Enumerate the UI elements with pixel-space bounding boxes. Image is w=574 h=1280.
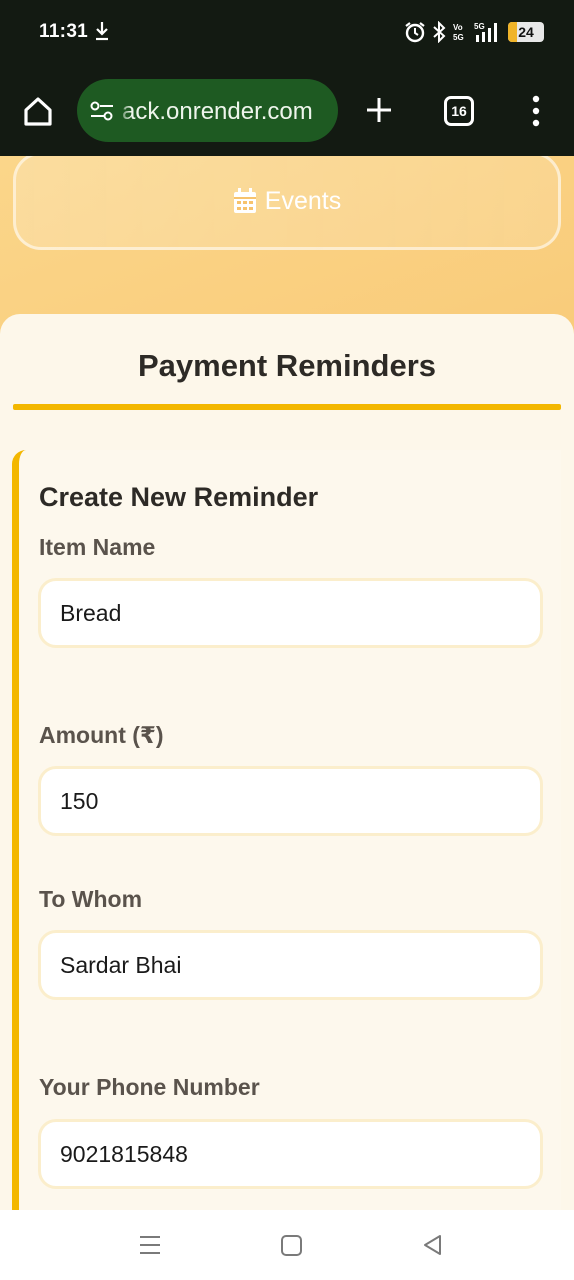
status-time: 11:31 <box>39 21 89 42</box>
status-icons: Vo 5G 5G 24 <box>404 20 544 44</box>
address-bar[interactable]: ack.onrender.com <box>77 79 338 142</box>
phone-number-label: Your Phone Number <box>39 1074 260 1100</box>
tab-switcher-button[interactable]: 16 <box>444 96 474 126</box>
url-text: ack.onrender.com <box>122 98 313 125</box>
url-fade <box>117 79 131 142</box>
item-name-input[interactable]: Bread <box>38 578 543 648</box>
amount-input[interactable]: 150 <box>38 766 543 836</box>
browser-toolbar: ack.onrender.com 16 <box>0 66 574 156</box>
battery-icon: 24 <box>508 22 544 42</box>
calendar-icon <box>233 188 256 213</box>
events-button[interactable]: Events <box>13 156 561 250</box>
amount-label: Amount (₹) <box>39 722 164 748</box>
5g-signal-icon: 5G <box>474 22 497 42</box>
to-whom-input[interactable]: Sardar Bhai <box>38 930 543 1000</box>
create-reminder-form: Create New Reminder Item Name Bread Amou… <box>12 450 561 1210</box>
tab-count: 16 <box>451 103 467 119</box>
reminders-card: Payment Reminders Create New Reminder It… <box>0 314 574 1210</box>
status-bar: 11:31 Vo 5G 5G 24 <box>0 0 574 66</box>
item-name-label: Item Name <box>39 534 156 560</box>
alarm-icon <box>405 22 425 43</box>
events-button-label: Events <box>264 186 342 215</box>
bluetooth-icon <box>433 21 446 43</box>
phone-number-input[interactable]: 9021815848 <box>38 1119 543 1189</box>
back-icon[interactable] <box>421 1233 443 1257</box>
volte-icon: Vo 5G <box>453 23 464 42</box>
to-whom-label: To Whom <box>39 886 143 912</box>
download-icon <box>96 22 108 41</box>
svg-text:5G: 5G <box>453 33 464 42</box>
nav-home-icon[interactable] <box>281 1235 302 1256</box>
home-icon[interactable] <box>20 93 56 129</box>
svg-text:5G: 5G <box>474 22 485 31</box>
recents-icon[interactable] <box>138 1235 162 1255</box>
svg-text:Vo: Vo <box>453 23 463 32</box>
page-title: Payment Reminders <box>137 348 437 383</box>
system-nav-bar <box>0 1210 574 1280</box>
battery-level: 24 <box>518 24 534 40</box>
more-options-icon[interactable] <box>526 94 546 128</box>
title-divider <box>13 404 561 410</box>
new-tab-icon[interactable] <box>364 95 394 125</box>
page-content: Events Payment Reminders Create New Remi… <box>0 156 574 1210</box>
form-heading: Create New Reminder <box>39 482 319 512</box>
site-settings-icon[interactable] <box>89 101 115 121</box>
